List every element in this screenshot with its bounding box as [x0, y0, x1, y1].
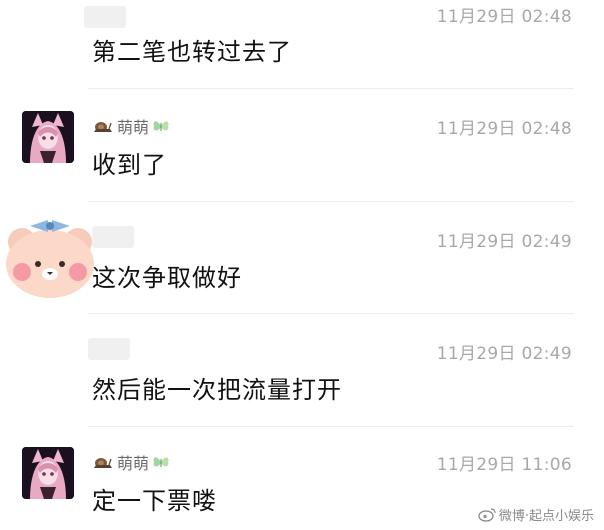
message-timestamp: 11月29日 02:48: [436, 7, 572, 27]
message-timestamp: 11月29日 02:49: [436, 344, 572, 364]
sender-name-redacted: [88, 338, 130, 360]
chat-message-row: 萌萌 11月29日 02:48 收到了: [0, 89, 604, 201]
sender-name-text: 萌萌: [117, 118, 150, 137]
watermark-text: 微博·起点小娱乐: [498, 509, 594, 524]
sender-name-redacted: [92, 226, 134, 248]
message-text: 然后能一次把流量打开: [92, 376, 342, 404]
butterfly-icon: [153, 121, 169, 131]
message-text: 这次争取做好: [92, 264, 242, 292]
message-timestamp: 11月29日 02:49: [436, 232, 572, 252]
message-timestamp: 11月29日 11:06: [436, 455, 572, 475]
chat-message-row: 11月29日 02:48 第二笔也转过去了: [0, 0, 604, 86]
snail-icon: [94, 122, 112, 132]
message-timestamp: 11月29日 02:48: [436, 119, 572, 139]
weibo-logo-icon: [478, 508, 496, 522]
bear-avatar-icon: [6, 220, 94, 298]
sender-name-text: 萌萌: [117, 454, 150, 473]
avatar[interactable]: [0, 208, 100, 300]
avatar[interactable]: [22, 447, 74, 499]
chat-message-row: 11月29日 02:49 这次争取做好: [0, 202, 604, 314]
butterfly-icon: [153, 457, 169, 467]
avatar[interactable]: [22, 111, 74, 163]
message-text: 第二笔也转过去了: [92, 38, 292, 66]
message-text: 收到了: [92, 151, 167, 179]
sender-name-redacted: [84, 6, 126, 28]
anime-girl-avatar-icon: [22, 447, 74, 499]
sender-name: 萌萌: [92, 450, 170, 474]
weibo-watermark: 微博·起点小娱乐: [478, 505, 594, 524]
chat-message-row: 11月29日 02:49 然后能一次把流量打开: [0, 314, 604, 426]
sender-name: 萌萌: [92, 114, 170, 138]
message-text: 定一下票喽: [92, 487, 217, 515]
anime-girl-avatar-icon: [22, 111, 74, 163]
snail-icon: [94, 458, 112, 468]
